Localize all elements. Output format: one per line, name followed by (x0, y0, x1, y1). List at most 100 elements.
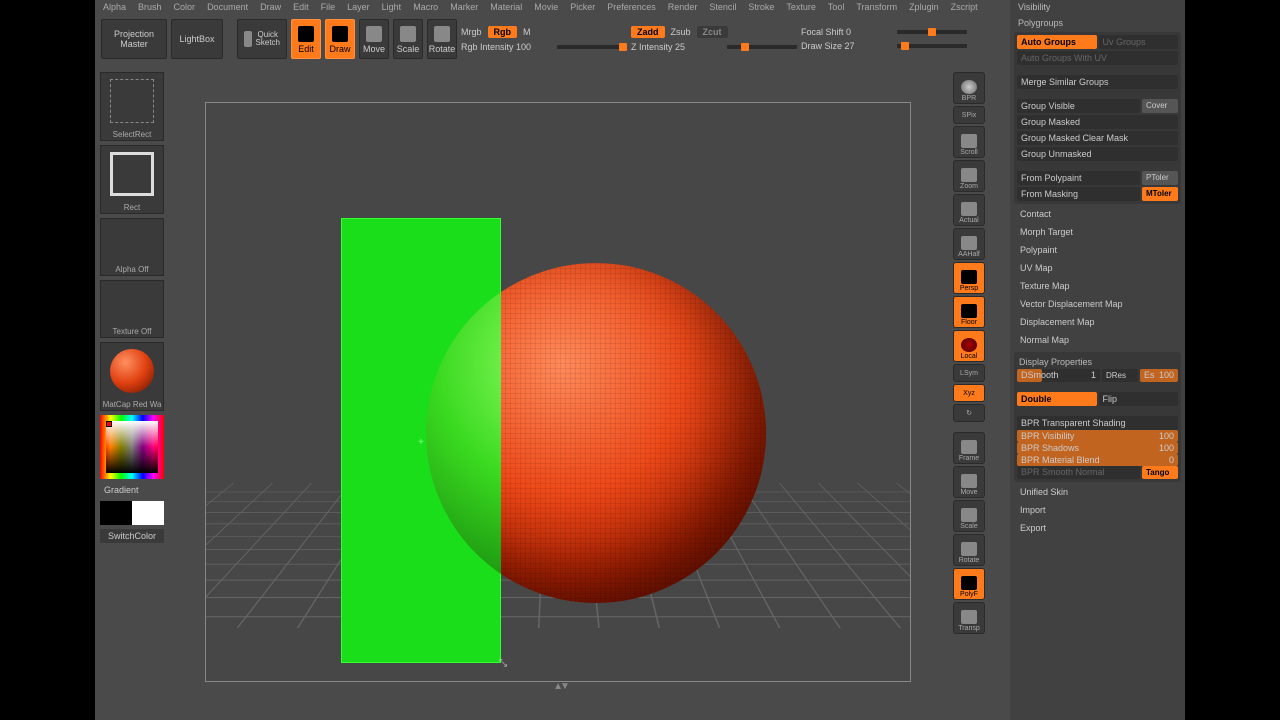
menu-draw[interactable]: Draw (260, 2, 281, 12)
menu-color[interactable]: Color (174, 2, 196, 12)
quick-sketch-button[interactable]: Quick Sketch (237, 19, 287, 59)
menu-preferences[interactable]: Preferences (607, 2, 656, 12)
vdisp-map-header[interactable]: Vector Displacement Map (1014, 296, 1181, 312)
dock-rotate-button[interactable]: Rotate (953, 534, 985, 566)
menu-marker[interactable]: Marker (450, 2, 478, 12)
m-button[interactable]: M (523, 27, 531, 37)
swatch-secondary[interactable] (132, 501, 164, 525)
projection-master-button[interactable]: Projection Master (101, 19, 167, 59)
dock-scale-button[interactable]: Scale (953, 500, 985, 532)
bpr-smooth-slider[interactable]: BPR Smooth Normal (1017, 466, 1140, 479)
menu-stroke[interactable]: Stroke (748, 2, 774, 12)
morph-target-header[interactable]: Morph Target (1014, 224, 1181, 240)
zsub-button[interactable]: Zsub (671, 27, 691, 37)
from-polypaint-button[interactable]: From Polypaint (1017, 171, 1140, 185)
aahalf-button[interactable]: AAHalf (953, 228, 985, 260)
double-button[interactable]: Double (1017, 392, 1097, 406)
contact-header[interactable]: Contact (1014, 206, 1181, 222)
menu-render[interactable]: Render (668, 2, 698, 12)
ptoler-button[interactable]: PToler (1142, 171, 1178, 185)
canvas-resize-icon[interactable]: ▲▼ (553, 681, 567, 692)
scroll-button[interactable]: Scroll (953, 126, 985, 158)
bpr-shadows-slider[interactable]: BPR Shadows100 (1017, 442, 1178, 454)
rgb-button[interactable]: Rgb (488, 26, 518, 38)
menu-tool[interactable]: Tool (828, 2, 845, 12)
menu-texture[interactable]: Texture (786, 2, 816, 12)
group-masked-button[interactable]: Group Masked (1017, 115, 1178, 129)
merge-similar-button[interactable]: Merge Similar Groups (1017, 75, 1178, 89)
zoom-button[interactable]: Zoom (953, 160, 985, 192)
select-rect-brush[interactable]: SelectRect (100, 72, 164, 141)
menu-zscript[interactable]: Zscript (951, 2, 978, 12)
bpr-visibility-slider[interactable]: BPR Visibility100 (1017, 430, 1178, 442)
menu-macro[interactable]: Macro (413, 2, 438, 12)
floor-button[interactable]: Floor (953, 296, 985, 328)
visibility-header[interactable]: Visibility (1014, 0, 1181, 14)
group-unmasked-button[interactable]: Group Unmasked (1017, 147, 1178, 161)
polypaint-header[interactable]: Polypaint (1014, 242, 1181, 258)
frame-button[interactable]: Frame (953, 432, 985, 464)
lightbox-button[interactable]: LightBox (171, 19, 223, 59)
rgb-intensity-slider[interactable] (557, 45, 627, 49)
menu-light[interactable]: Light (382, 2, 402, 12)
zadd-button[interactable]: Zadd (631, 26, 665, 38)
dsmooth-slider[interactable]: DSmooth1 (1017, 369, 1100, 382)
menu-picker[interactable]: Picker (570, 2, 595, 12)
menu-movie[interactable]: Movie (534, 2, 558, 12)
group-masked-clear-button[interactable]: Group Masked Clear Mask (1017, 131, 1178, 145)
alpha-slot[interactable]: Alpha Off (100, 218, 164, 276)
menu-transform[interactable]: Transform (856, 2, 897, 12)
menu-zplugin[interactable]: Zplugin (909, 2, 939, 12)
polygroups-header[interactable]: Polygroups (1014, 16, 1181, 30)
transp-button[interactable]: Transp (953, 602, 985, 634)
dock-move-button[interactable]: Move (953, 466, 985, 498)
unified-skin-header[interactable]: Unified Skin (1014, 484, 1181, 500)
bpr-trans-button[interactable]: BPR Transparent Shading (1017, 416, 1178, 430)
dres-button[interactable]: DRes (1102, 369, 1138, 382)
from-masking-button[interactable]: From Masking (1017, 187, 1140, 201)
draw-button[interactable]: Draw (325, 19, 355, 59)
menu-file[interactable]: File (321, 2, 336, 12)
viewport[interactable]: + ⤡ (205, 102, 911, 682)
cover-button[interactable]: Cover (1142, 99, 1178, 113)
switch-color-button[interactable]: SwitchColor (100, 529, 164, 543)
move-button[interactable]: Move (359, 19, 389, 59)
material-slot[interactable]: MatCap Red Wa (100, 342, 164, 411)
rot-button[interactable]: ↻ (953, 404, 985, 422)
bpr-button[interactable]: BPR (953, 72, 985, 104)
draw-size-slider[interactable] (897, 44, 967, 48)
lsym-button[interactable]: LSym (953, 364, 985, 382)
menu-layer[interactable]: Layer (347, 2, 370, 12)
menu-document[interactable]: Document (207, 2, 248, 12)
polyf-button[interactable]: PolyF (953, 568, 985, 600)
z-intensity-slider[interactable] (727, 45, 797, 49)
disp-map-header[interactable]: Displacement Map (1014, 314, 1181, 330)
persp-button[interactable]: Persp (953, 262, 985, 294)
es-slider[interactable]: Es100 (1140, 369, 1178, 382)
focal-shift-slider[interactable] (897, 30, 967, 34)
actual-button[interactable]: Actual (953, 194, 985, 226)
menu-material[interactable]: Material (490, 2, 522, 12)
menu-edit[interactable]: Edit (293, 2, 309, 12)
mrgb-button[interactable]: Mrgb (461, 27, 482, 37)
display-props-header[interactable]: Display Properties (1017, 355, 1178, 369)
texture-slot[interactable]: Texture Off (100, 280, 164, 338)
menu-alpha[interactable]: Alpha (103, 2, 126, 12)
texture-map-header[interactable]: Texture Map (1014, 278, 1181, 294)
swatch-primary[interactable] (100, 501, 132, 525)
rect-stroke[interactable]: Rect (100, 145, 164, 214)
color-picker[interactable] (100, 415, 164, 479)
import-header[interactable]: Import (1014, 502, 1181, 518)
rotate-button[interactable]: Rotate (427, 19, 457, 59)
scale-button[interactable]: Scale (393, 19, 423, 59)
zcut-button[interactable]: Zcut (697, 26, 728, 38)
auto-groups-uv-button[interactable]: Auto Groups With UV (1017, 51, 1178, 65)
group-visible-button[interactable]: Group Visible (1017, 99, 1140, 113)
bpr-material-slider[interactable]: BPR Material Blend0 (1017, 454, 1178, 466)
normal-map-header[interactable]: Normal Map (1014, 332, 1181, 348)
uv-groups-button[interactable]: Uv Groups (1099, 35, 1179, 49)
gradient-toggle[interactable]: Gradient (100, 483, 164, 497)
auto-groups-button[interactable]: Auto Groups (1017, 35, 1097, 49)
local-button[interactable]: Local (953, 330, 985, 362)
menu-stencil[interactable]: Stencil (709, 2, 736, 12)
